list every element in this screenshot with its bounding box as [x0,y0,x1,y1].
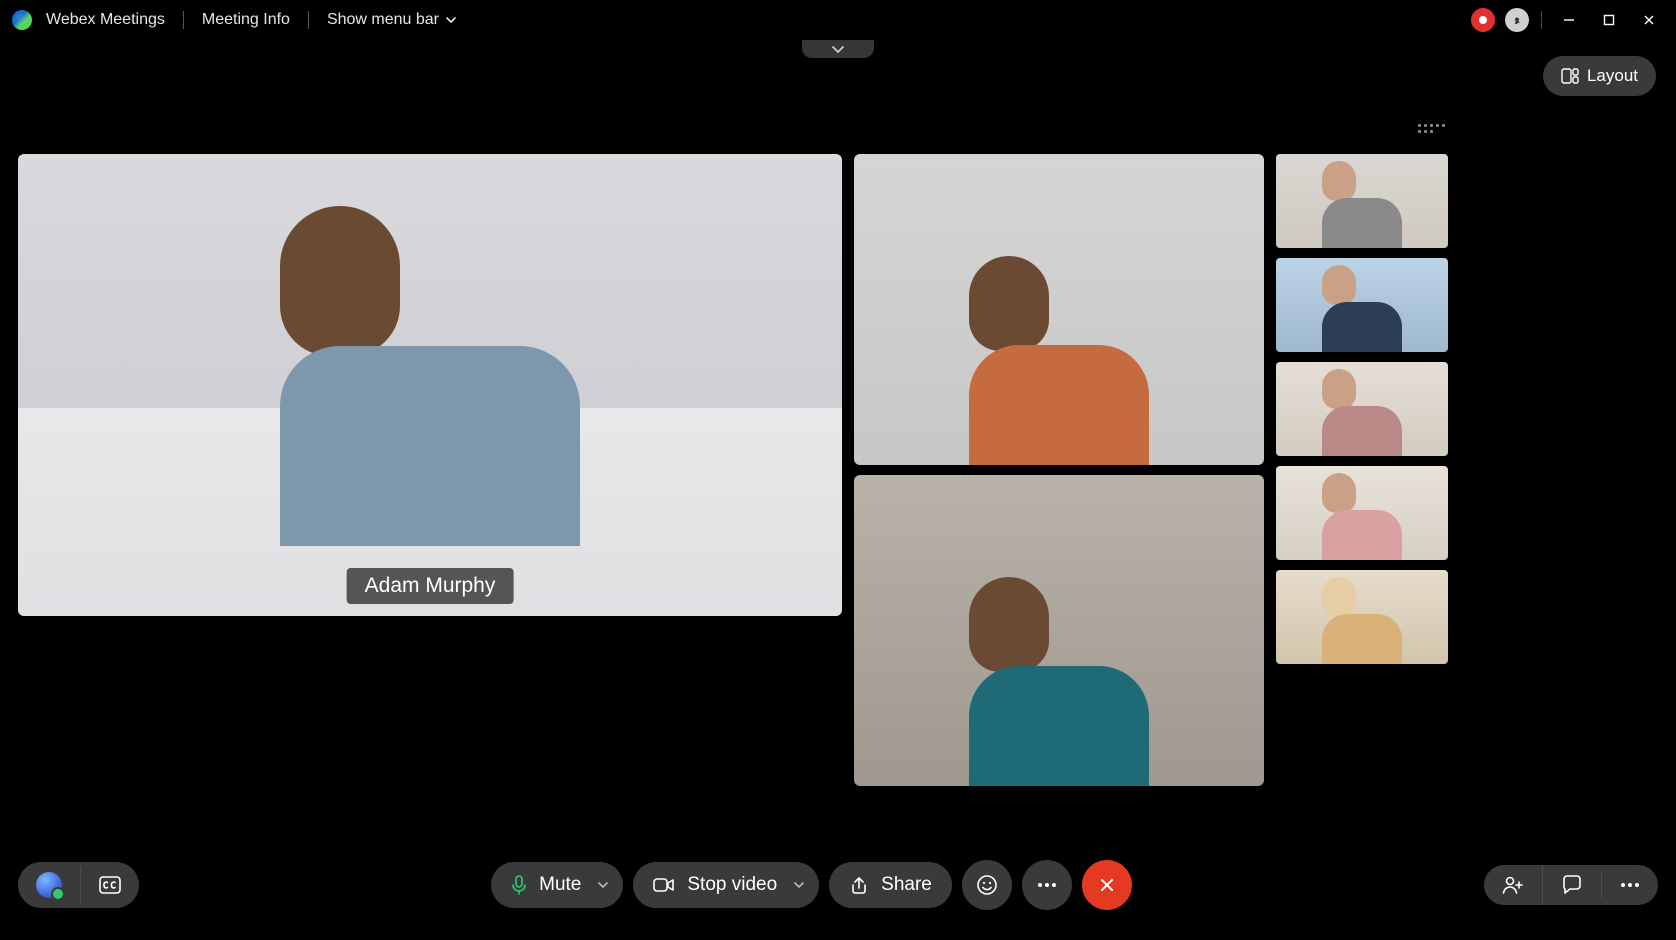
participant-thumbnail[interactable] [1276,362,1448,456]
separator [183,11,184,29]
participant-thumbnail[interactable] [1276,154,1448,248]
participant-name-badge: Adam Murphy [347,568,514,604]
close-icon [1098,876,1116,894]
thumbnail-column [1276,154,1448,786]
lock-icon[interactable] [1505,8,1529,32]
titlebar-right [1471,5,1664,35]
separator [1541,11,1542,29]
layout-icon [1561,68,1579,84]
show-menu-label: Show menu bar [327,11,439,29]
smiley-icon [976,874,998,896]
participants-icon [1502,875,1524,895]
share-label: Share [881,874,932,896]
microphone-icon [511,875,527,895]
video-placeholder [280,206,580,546]
active-speaker-tile[interactable]: Adam Murphy [18,154,842,616]
chevron-down-icon [445,14,457,26]
app-name: Webex Meetings [46,11,165,29]
titlebar: Webex Meetings Meeting Info Show menu ba… [0,0,1676,40]
control-bar: Mute Stop video Share [0,860,1676,910]
panel-group [1484,865,1658,905]
reactions-button[interactable] [962,860,1012,910]
participant-name: Adam Murphy [365,574,496,597]
assistant-icon [36,872,62,898]
layout-label: Layout [1587,66,1638,86]
maximize-button[interactable] [1594,5,1624,35]
camera-icon [653,877,675,893]
show-menu-bar-button[interactable]: Show menu bar [327,11,457,29]
participant-thumbnail[interactable] [1276,570,1448,664]
chevron-down-icon [793,879,805,891]
share-button[interactable]: Share [829,862,952,908]
chevron-down-icon [831,44,845,54]
controls-left [18,862,139,908]
video-placeholder [969,577,1149,786]
drag-handle-icon[interactable] [1418,124,1448,133]
assistant-button[interactable] [18,862,80,908]
layout-row: Layout [1543,56,1656,96]
titlebar-left: Webex Meetings Meeting Info Show menu ba… [12,10,457,30]
separator [308,11,309,29]
stop-video-label: Stop video [687,874,777,896]
assistant-cc-group [18,862,139,908]
video-placeholder [969,256,1149,465]
webex-logo-icon [12,10,32,30]
layout-button[interactable]: Layout [1543,56,1656,96]
mute-button[interactable]: Mute [491,862,623,908]
more-options-button[interactable] [1022,860,1072,910]
chevron-down-icon [597,879,609,891]
closed-captions-icon [99,876,121,894]
mute-label: Mute [539,874,581,896]
leave-meeting-button[interactable] [1082,860,1132,910]
video-grid: Adam Murphy [18,154,1658,786]
minimize-button[interactable] [1554,5,1584,35]
chat-button[interactable] [1542,865,1601,905]
secondary-column [854,154,1264,786]
controls-center: Mute Stop video Share [491,860,1132,910]
chat-icon [1561,875,1583,895]
close-button[interactable] [1634,5,1664,35]
participant-tile[interactable] [854,154,1264,465]
participant-thumbnail[interactable] [1276,466,1448,560]
toolbar-pull-tab[interactable] [802,40,874,58]
meeting-info-button[interactable]: Meeting Info [202,11,290,29]
recording-indicator-icon[interactable] [1471,8,1495,32]
participant-thumbnail[interactable] [1276,258,1448,352]
share-icon [849,876,869,894]
closed-captions-button[interactable] [80,866,139,904]
controls-right [1484,865,1658,905]
more-icon [1620,882,1640,888]
participant-tile[interactable] [854,475,1264,786]
more-icon [1037,882,1057,888]
app-title: Webex Meetings [12,10,165,30]
panel-options-button[interactable] [1601,872,1658,898]
stop-video-button[interactable]: Stop video [633,862,819,908]
participants-button[interactable] [1484,865,1542,905]
